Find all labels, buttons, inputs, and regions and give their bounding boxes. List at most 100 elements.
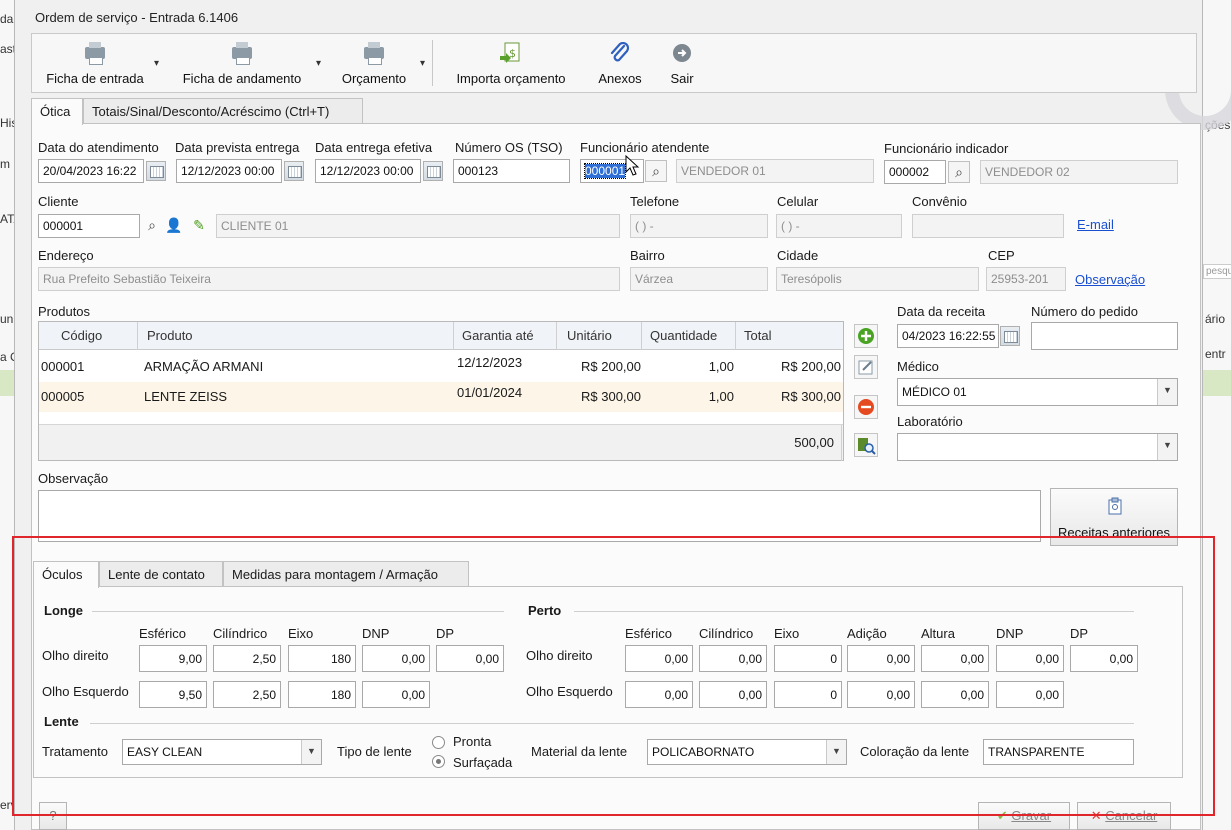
longe-od-esferico[interactable]: 9,00	[139, 645, 207, 672]
perto-oe-eixo[interactable]: 0	[774, 681, 842, 708]
ficha-entrada-button[interactable]: Ficha de entrada	[36, 34, 154, 92]
table-row[interactable]: 000001 ARMAÇÃO ARMANI 12/12/2023 R$ 200,…	[39, 352, 843, 382]
col-garantia[interactable]: Garantia até	[462, 328, 534, 343]
longe-od-cilindrico[interactable]: 2,50	[213, 645, 281, 672]
tab-otica[interactable]: Ótica	[31, 98, 83, 125]
func-indicador-code-field[interactable]: 000002	[884, 160, 946, 184]
observacao-textarea[interactable]	[38, 490, 1041, 542]
bg-fragment: ário	[1205, 312, 1226, 326]
tab-lente-contato[interactable]: Lente de contato	[99, 561, 223, 587]
cancelar-button[interactable]: ✕ Cancelar	[1077, 802, 1171, 830]
coloracao-field[interactable]: TRANSPARENTE	[983, 739, 1134, 765]
edit-product-button[interactable]	[854, 355, 878, 379]
celular-field[interactable]: ( ) -	[776, 214, 902, 238]
ficha-andamento-button[interactable]: Ficha de andamento	[166, 34, 318, 92]
observacao-link[interactable]: Observação	[1075, 272, 1145, 287]
col-produto[interactable]: Produto	[147, 328, 193, 343]
bairro-field[interactable]: Várzea	[630, 267, 768, 291]
convenio-field[interactable]	[912, 214, 1064, 238]
perto-header-eixo: Eixo	[774, 626, 800, 641]
data-receita-field[interactable]: 04/2023 16:22:55	[897, 324, 999, 348]
gravar-button[interactable]: ✔ Gravar	[978, 802, 1070, 830]
perto-od-esferico[interactable]: 0,00	[625, 645, 693, 672]
chevron-down-icon[interactable]: ▼	[826, 740, 846, 764]
perto-od-altura[interactable]: 0,00	[921, 645, 989, 672]
perto-oe-esferico[interactable]: 0,00	[625, 681, 693, 708]
col-codigo[interactable]: Código	[61, 328, 102, 343]
laboratorio-select[interactable]: ▼	[897, 433, 1178, 461]
search-icon[interactable]: ⌕	[948, 161, 970, 183]
edit-icon[interactable]: ✎	[188, 215, 210, 237]
col-unitario[interactable]: Unitário	[567, 328, 612, 343]
data-atendimento-label: Data do atendimento	[38, 140, 159, 155]
chevron-down-icon[interactable]: ▼	[1157, 434, 1177, 460]
importa-orcamento-button[interactable]: $ Importa orçamento	[440, 34, 582, 92]
column-divider	[641, 322, 642, 350]
sair-label: Sair	[670, 71, 694, 86]
chevron-down-icon[interactable]: ▾	[420, 58, 425, 69]
telefone-field[interactable]: ( ) -	[630, 214, 768, 238]
longe-oe-esferico[interactable]: 9,50	[139, 681, 207, 708]
medico-select[interactable]: MÉDICO 01 ▼	[897, 378, 1178, 406]
radio-surfacada[interactable]	[432, 755, 445, 768]
remove-product-button[interactable]	[854, 395, 878, 419]
help-button[interactable]: ?	[39, 802, 67, 830]
anexos-button[interactable]: Anexos	[584, 34, 656, 92]
perto-oe-altura[interactable]: 0,00	[921, 681, 989, 708]
search-product-button[interactable]	[854, 433, 878, 457]
perto-od-dp[interactable]: 0,00	[1070, 645, 1138, 672]
table-row[interactable]: 000005 LENTE ZEISS 01/01/2024 R$ 300,00 …	[39, 382, 843, 412]
cidade-field[interactable]: Teresópolis	[776, 267, 979, 291]
longe-od-eixo[interactable]: 180	[288, 645, 356, 672]
radio-pronta[interactable]	[432, 736, 445, 749]
col-total[interactable]: Total	[744, 328, 771, 343]
tab-medidas[interactable]: Medidas para montagem / Armação	[223, 561, 469, 587]
material-label: Material da lente	[531, 744, 628, 759]
endereco-field[interactable]: Rua Prefeito Sebastião Teixeira	[38, 267, 620, 291]
func-indicador-name-field: VENDEDOR 02	[980, 160, 1178, 184]
produtos-label: Produtos	[38, 304, 91, 319]
cliente-code-field[interactable]: 000001	[38, 214, 140, 238]
calendar-icon[interactable]	[1000, 326, 1020, 346]
chevron-down-icon[interactable]: ▼	[1157, 379, 1177, 405]
longe-oe-dnp[interactable]: 0,00	[362, 681, 430, 708]
selected-text: 000001	[583, 163, 627, 179]
calendar-icon[interactable]	[284, 161, 304, 181]
perto-od-adicao[interactable]: 0,00	[847, 645, 915, 672]
perto-od-cilindrico[interactable]: 0,00	[699, 645, 767, 672]
perto-oe-adicao[interactable]: 0,00	[847, 681, 915, 708]
chevron-down-icon[interactable]: ▾	[154, 58, 159, 69]
add-product-button[interactable]	[854, 324, 878, 348]
data-prevista-field[interactable]: 12/12/2023 00:00	[176, 159, 282, 183]
longe-od-dnp[interactable]: 0,00	[362, 645, 430, 672]
numero-pedido-field[interactable]	[1031, 322, 1178, 350]
perto-oe-cilindrico[interactable]: 0,00	[699, 681, 767, 708]
user-icon[interactable]: 👤	[163, 215, 185, 237]
calendar-icon[interactable]	[146, 161, 166, 181]
search-icon[interactable]: ⌕	[645, 160, 667, 182]
data-atendimento-field[interactable]: 20/04/2023 16:22	[38, 159, 144, 183]
search-icon[interactable]: ⌕	[141, 215, 163, 237]
chevron-down-icon[interactable]: ▼	[301, 740, 321, 764]
tab-oculos[interactable]: Óculos	[33, 561, 99, 588]
receitas-anteriores-button[interactable]: Receitas anteriores	[1050, 488, 1178, 546]
perto-oe-dnp[interactable]: 0,00	[996, 681, 1064, 708]
longe-oe-eixo[interactable]: 180	[288, 681, 356, 708]
longe-oe-cilindrico[interactable]: 2,50	[213, 681, 281, 708]
orcamento-button[interactable]: Orçamento	[328, 34, 420, 92]
perto-od-eixo[interactable]: 0	[774, 645, 842, 672]
tab-totais[interactable]: Totais/Sinal/Desconto/Acréscimo (Ctrl+T)	[83, 98, 363, 124]
calendar-icon[interactable]	[423, 161, 443, 181]
email-link[interactable]: E-mail	[1077, 217, 1114, 232]
data-efetiva-field[interactable]: 12/12/2023 00:00	[315, 159, 421, 183]
find-icon	[858, 438, 876, 455]
tratamento-select[interactable]: EASY CLEAN ▼	[122, 739, 322, 765]
longe-od-dp[interactable]: 0,00	[436, 645, 504, 672]
cep-field[interactable]: 25953-201	[986, 267, 1066, 291]
col-quantidade[interactable]: Quantidade	[650, 328, 717, 343]
numero-os-field[interactable]: 000123	[453, 159, 570, 183]
sair-button[interactable]: Sair	[658, 34, 706, 92]
material-select[interactable]: POLICABORNATO ▼	[647, 739, 847, 765]
perto-od-dnp[interactable]: 0,00	[996, 645, 1064, 672]
chevron-down-icon[interactable]: ▾	[316, 58, 321, 69]
